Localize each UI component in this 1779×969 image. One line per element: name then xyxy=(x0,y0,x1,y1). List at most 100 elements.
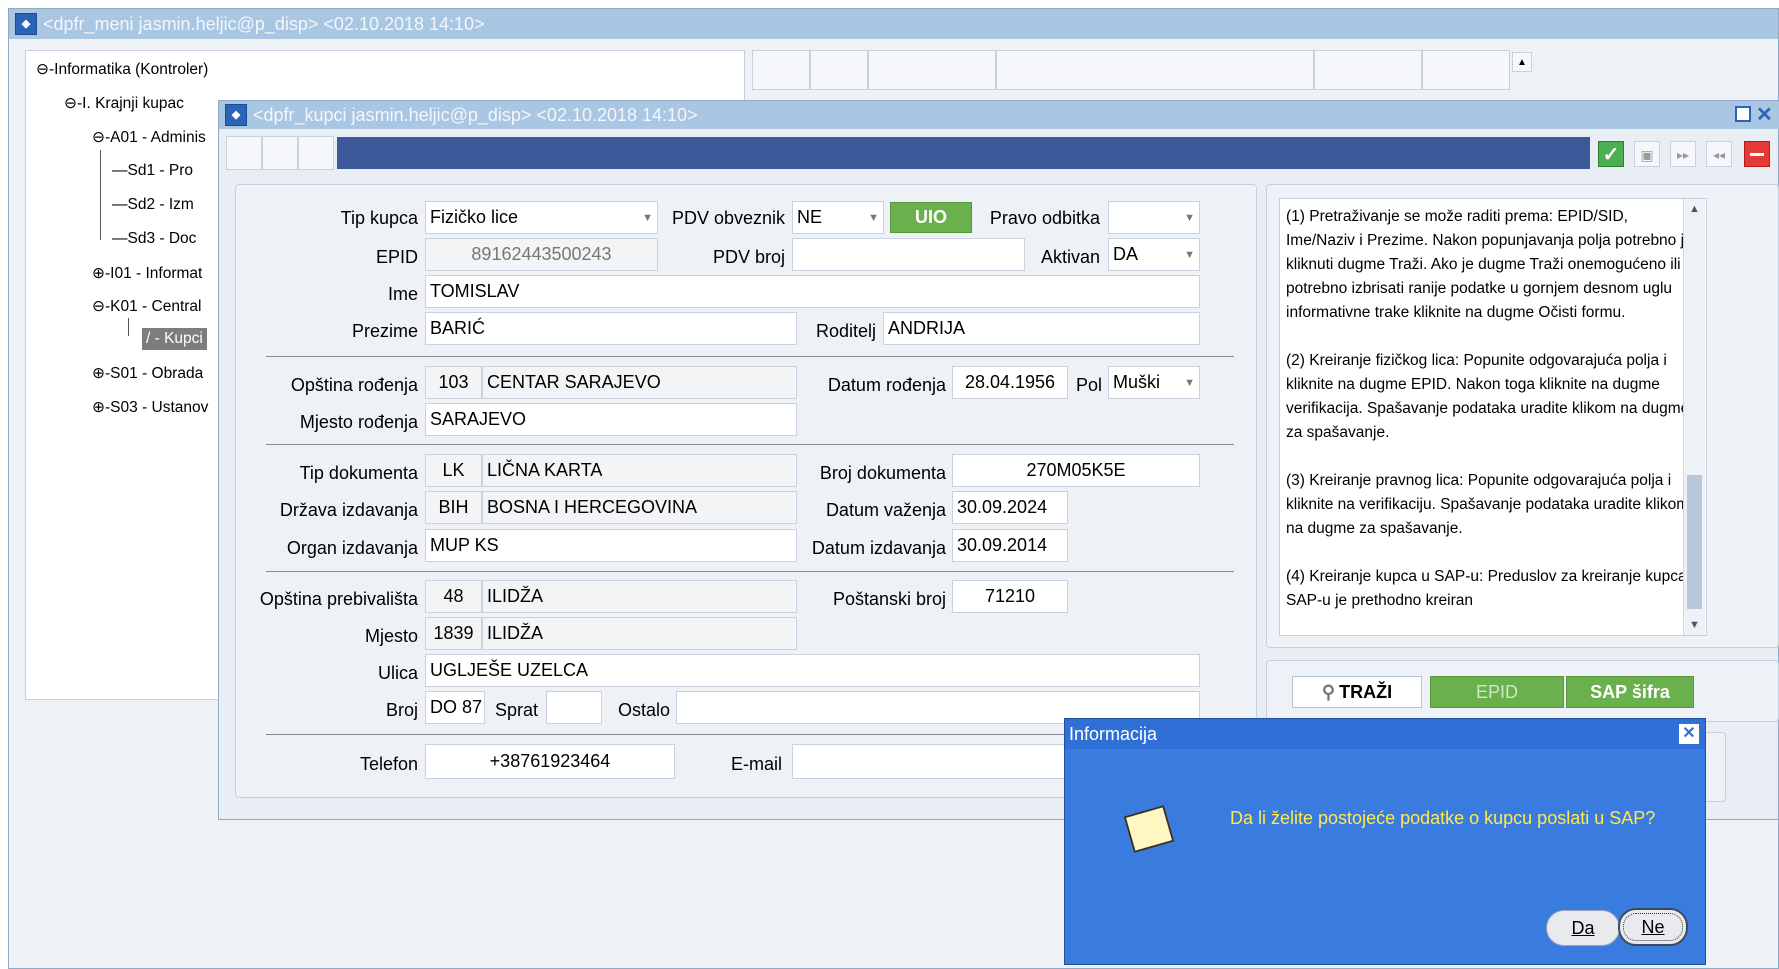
tip-dokumenta-name-field[interactable]: LIČNA KARTA xyxy=(482,454,797,487)
tree-connector xyxy=(100,150,101,240)
grid-header-cell xyxy=(996,50,1314,90)
grid-scroll-up-button[interactable]: ▲ xyxy=(1512,52,1532,72)
opstina-prebivalista-label: Opština prebivališta xyxy=(259,589,418,609)
datum-rodjenja-field[interactable]: 28.04.1956 xyxy=(952,366,1068,399)
mjesto-name-field[interactable]: ILIDŽA xyxy=(482,617,797,650)
mjesto-code-field[interactable]: 1839 xyxy=(425,617,482,650)
datum-vazenja-field[interactable]: 30.09.2024 xyxy=(952,491,1068,524)
pdv-broj-field[interactable] xyxy=(792,238,1025,271)
opstina-prebivalista-name-field[interactable]: ILIDŽA xyxy=(482,580,797,613)
mjesto-rodjenja-field[interactable]: SARAJEVO xyxy=(425,403,797,436)
ulica-field[interactable]: UGLJEŠE UZELCA xyxy=(425,654,1200,687)
dialog-titlebar: Informacija xyxy=(1065,719,1705,749)
maximize-button[interactable] xyxy=(1735,106,1751,122)
tree-expand-icon[interactable]: ⊕- xyxy=(92,399,110,416)
scroll-down-icon[interactable]: ▼ xyxy=(1689,619,1700,631)
search-icon: ⚲ xyxy=(1321,681,1336,702)
pravo-odbitka-select[interactable]: ▼ xyxy=(1108,201,1200,234)
epid-button[interactable]: EPID xyxy=(1430,676,1564,708)
tree-collapse-icon[interactable]: ⊖- xyxy=(92,298,110,315)
chevron-down-icon: ▼ xyxy=(1184,376,1195,389)
toolbar-button[interactable] xyxy=(298,136,334,170)
info-paragraph: (4) Kreiranje kupca u SAP-u: Preduslov z… xyxy=(1286,568,1700,609)
main-window-titlebar: ◆ <dpfr_meni jasmin.heljic@p_disp> <02.1… xyxy=(9,9,1778,39)
postanski-broj-field[interactable]: 71210 xyxy=(952,580,1068,613)
sprat-field[interactable] xyxy=(546,691,602,724)
info-paragraph: (1) Pretraživanje se može raditi prema: … xyxy=(1286,208,1697,321)
email-label: E-mail xyxy=(730,754,782,774)
no-button[interactable]: Ne xyxy=(1618,908,1688,946)
tree-item-a01[interactable]: ⊖-A01 - Adminis xyxy=(92,128,206,147)
prezime-label: Prezime xyxy=(351,321,418,341)
tip-dokumenta-label: Tip dokumenta xyxy=(299,463,418,483)
save-icon[interactable]: ▣ xyxy=(1634,141,1660,167)
opstina-rodjenja-code-field[interactable]: 103 xyxy=(425,366,482,399)
opstina-rodjenja-name-field[interactable]: CENTAR SARAJEVO xyxy=(482,366,797,399)
roditelj-label: Roditelj xyxy=(815,321,876,341)
tree-item-s01[interactable]: ⊕-S01 - Obrada xyxy=(92,364,203,383)
tree-item-i01[interactable]: ⊕-I01 - Informat xyxy=(92,264,202,283)
uio-button[interactable]: UIO xyxy=(890,202,972,233)
epid-field[interactable]: 89162443500243 xyxy=(425,238,658,271)
tree-expand-icon[interactable]: ⊕- xyxy=(92,265,110,282)
tree-collapse-icon[interactable]: ⊖- xyxy=(64,95,82,112)
pdv-obveznik-select[interactable]: NE ▼ xyxy=(792,201,884,234)
datum-izdavanja-field[interactable]: 30.09.2014 xyxy=(952,529,1068,562)
chevron-down-icon: ▼ xyxy=(1184,248,1195,261)
prezime-field[interactable]: BARIĆ xyxy=(425,312,797,345)
toolbar-button[interactable] xyxy=(226,136,262,170)
tree-collapse-icon[interactable]: ⊖- xyxy=(36,61,54,78)
broj-field[interactable]: DO 87 xyxy=(425,691,485,724)
tree-expand-icon[interactable]: ⊕- xyxy=(92,365,110,382)
broj-label: Broj xyxy=(385,700,418,720)
info-paragraph: (3) Kreiranje pravnog lica: Popunite odg… xyxy=(1286,472,1690,537)
info-paragraph: (2) Kreiranje fizičkog lica: Popunite od… xyxy=(1286,352,1690,441)
aktivan-select[interactable]: DA ▼ xyxy=(1108,238,1200,271)
tree-item-sd3[interactable]: —Sd3 - Doc xyxy=(112,230,196,248)
tree-item-root[interactable]: ⊖-Informatika (Kontroler) xyxy=(36,60,208,79)
sprat-label: Sprat xyxy=(494,700,538,720)
dialog-close-icon[interactable]: ✕ xyxy=(1679,724,1699,744)
toolbar-button[interactable] xyxy=(262,136,298,170)
tree-collapse-icon[interactable]: ⊖- xyxy=(92,129,110,146)
broj-dokumenta-field[interactable]: 270M05K5E xyxy=(952,454,1200,487)
chevron-down-icon: ▼ xyxy=(1184,211,1195,224)
roditelj-field[interactable]: ANDRIJA xyxy=(883,312,1200,345)
tree-item-s03[interactable]: ⊕-S03 - Ustanov xyxy=(92,398,208,417)
telefon-label: Telefon xyxy=(359,754,418,774)
tree-item-sd1[interactable]: —Sd1 - Pro xyxy=(112,162,193,180)
scroll-up-icon[interactable]: ▲ xyxy=(1689,203,1700,215)
ime-field[interactable]: TOMISLAV xyxy=(425,275,1200,308)
app-icon: ◆ xyxy=(225,104,247,126)
grid-header-cell xyxy=(810,50,868,90)
trazi-button[interactable]: ⚲ TRAŽI xyxy=(1292,676,1422,708)
tree-item-kupci[interactable]: / - Kupci xyxy=(142,328,207,350)
grid-header-cell xyxy=(868,50,996,90)
tip-dokumenta-code-field[interactable]: LK xyxy=(425,454,482,487)
aktivan-label: Aktivan xyxy=(1040,247,1100,267)
opstina-prebivalista-code-field[interactable]: 48 xyxy=(425,580,482,613)
clear-form-icon[interactable] xyxy=(1744,141,1770,167)
dialog-title: Informacija xyxy=(1069,723,1158,744)
tip-kupca-select[interactable]: Fizičko lice ▼ xyxy=(425,201,658,234)
tree-item-k01[interactable]: ⊖-K01 - Central xyxy=(92,297,201,316)
pol-select[interactable]: Muški ▼ xyxy=(1108,366,1200,399)
organ-label: Organ izdavanja xyxy=(286,538,418,558)
verify-check-icon[interactable]: ✓ xyxy=(1598,141,1624,167)
tree-item-sd2[interactable]: —Sd2 - Izm xyxy=(112,196,194,214)
datum-izdavanja-label: Datum izdavanja xyxy=(811,538,946,558)
drzava-name-field[interactable]: BOSNA I HERCEGOVINA xyxy=(482,491,797,524)
chevron-down-icon: ▼ xyxy=(642,211,653,224)
drzava-code-field[interactable]: BIH xyxy=(425,491,482,524)
yes-button[interactable]: Da xyxy=(1546,910,1620,946)
organ-field[interactable]: MUP KS xyxy=(425,529,797,562)
tree-item-krajnji-kupac[interactable]: ⊖-I. Krajnji kupac xyxy=(64,94,184,113)
info-scrollbar[interactable]: ▲ ▼ xyxy=(1683,199,1705,635)
previous-record-icon[interactable]: ◂◂ xyxy=(1706,141,1732,167)
sap-sifra-button[interactable]: SAP šifra xyxy=(1566,676,1694,708)
close-icon[interactable]: ✕ xyxy=(1756,102,1773,127)
next-record-icon[interactable]: ▸▸ xyxy=(1670,141,1696,167)
mjesto-rodjenja-label: Mjesto rođenja xyxy=(299,412,418,432)
scroll-thumb[interactable] xyxy=(1687,475,1702,609)
telefon-field[interactable]: +38761923464 xyxy=(425,744,675,779)
